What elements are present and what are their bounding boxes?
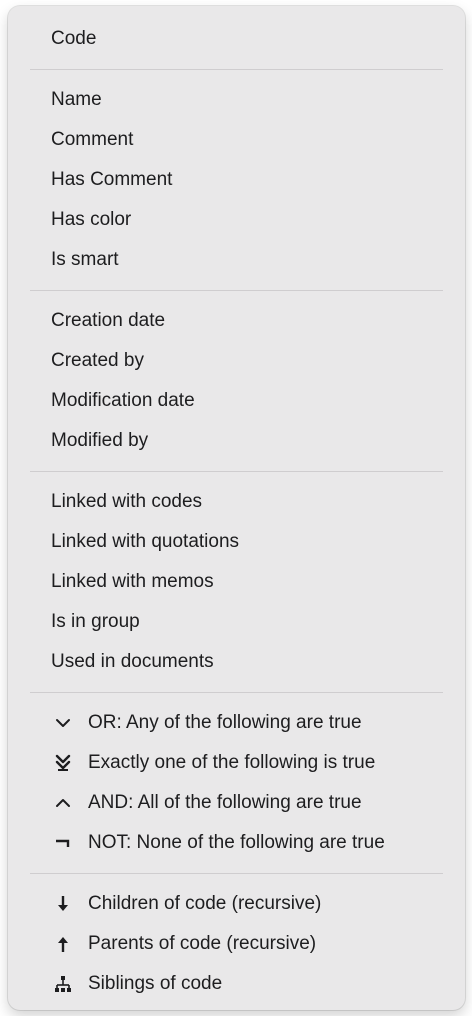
not-icon (50, 823, 76, 863)
exactly-one-icon (50, 743, 76, 783)
menu-item-or-label: OR: Any of the following are true (88, 712, 362, 733)
menu-item-parents[interactable]: Parents of code (recursive) (8, 924, 465, 964)
menu-item-and-label: AND: All of the following are true (88, 792, 362, 813)
menu-item-code[interactable]: Code (8, 19, 465, 59)
menu-separator (30, 873, 443, 874)
chevron-down-icon (50, 703, 76, 743)
menu-item-modification-date[interactable]: Modification date (8, 381, 465, 421)
menu-item-and[interactable]: AND: All of the following are true (8, 783, 465, 823)
menu-item-siblings[interactable]: Siblings of code (8, 964, 465, 1004)
context-menu: Code Name Comment Has Comment Has color … (8, 6, 465, 1010)
menu-item-exactly-one-label: Exactly one of the following is true (88, 752, 376, 773)
menu-item-is-smart[interactable]: Is smart (8, 240, 465, 280)
menu-item-linked-with-memos[interactable]: Linked with memos (8, 562, 465, 602)
chevron-up-icon (50, 783, 76, 823)
arrow-down-icon (50, 884, 76, 924)
menu-item-is-in-group[interactable]: Is in group (8, 602, 465, 642)
menu-item-created-by[interactable]: Created by (8, 341, 465, 381)
menu-separator (30, 471, 443, 472)
menu-item-children[interactable]: Children of code (recursive) (8, 884, 465, 924)
menu-item-linked-with-codes[interactable]: Linked with codes (8, 482, 465, 522)
menu-item-has-comment[interactable]: Has Comment (8, 160, 465, 200)
hierarchy-icon (50, 964, 76, 1004)
menu-item-not[interactable]: NOT: None of the following are true (8, 823, 465, 863)
menu-separator (30, 290, 443, 291)
menu-item-not-label: NOT: None of the following are true (88, 832, 385, 853)
menu-separator (30, 692, 443, 693)
menu-separator (30, 69, 443, 70)
menu-item-or[interactable]: OR: Any of the following are true (8, 703, 465, 743)
menu-item-children-label: Children of code (recursive) (88, 893, 322, 914)
menu-item-used-in-documents[interactable]: Used in documents (8, 642, 465, 682)
menu-item-exactly-one[interactable]: Exactly one of the following is true (8, 743, 465, 783)
menu-item-has-color[interactable]: Has color (8, 200, 465, 240)
menu-item-linked-with-quotations[interactable]: Linked with quotations (8, 522, 465, 562)
arrow-up-icon (50, 924, 76, 964)
menu-item-comment[interactable]: Comment (8, 120, 465, 160)
menu-item-name[interactable]: Name (8, 80, 465, 120)
menu-item-creation-date[interactable]: Creation date (8, 301, 465, 341)
menu-item-modified-by[interactable]: Modified by (8, 421, 465, 461)
menu-item-siblings-label: Siblings of code (88, 973, 223, 994)
menu-item-parents-label: Parents of code (recursive) (88, 933, 317, 954)
